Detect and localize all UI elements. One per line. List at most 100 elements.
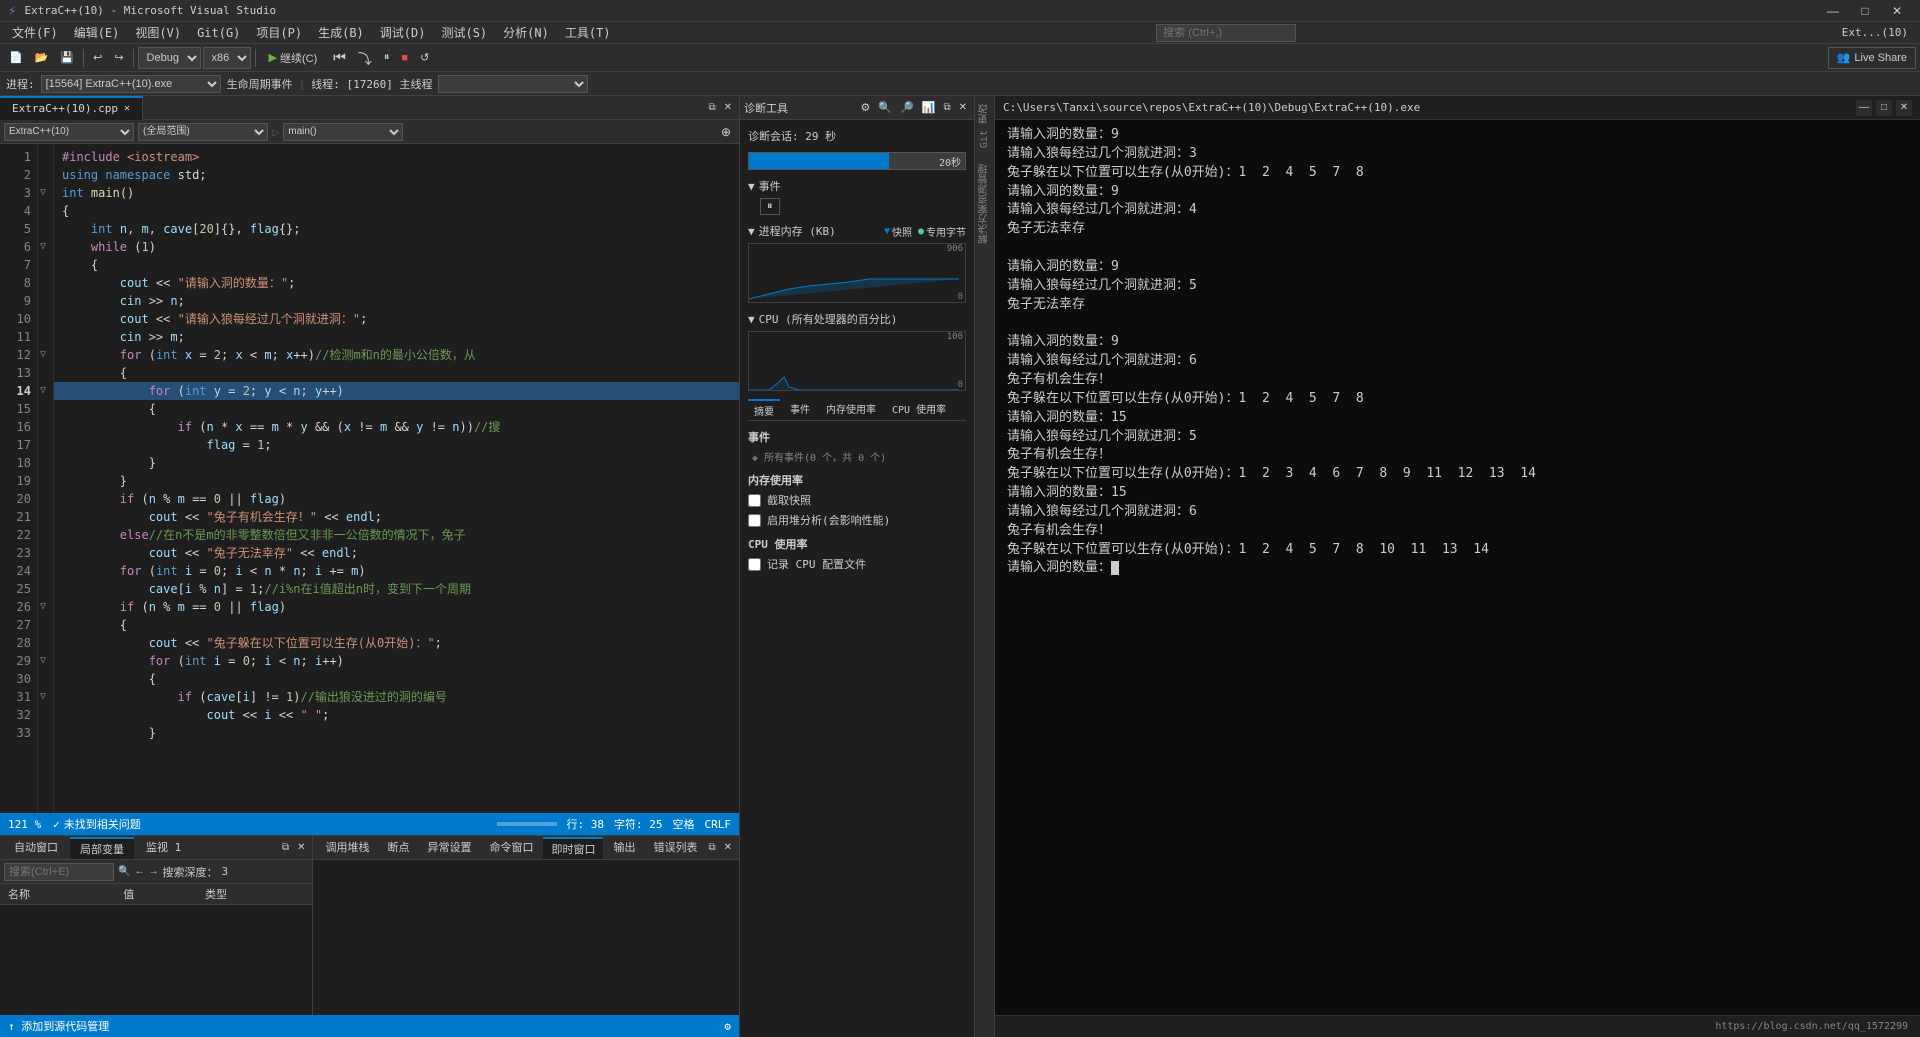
diag-settings-btn[interactable]: ⚙	[857, 100, 873, 115]
diag-float-btn[interactable]: ⧉	[940, 100, 953, 115]
global-scope-select[interactable]: (全局范围)	[138, 123, 268, 141]
console-title-bar: C:\Users\Tanxi\source\repos\ExtraC++(10)…	[995, 96, 1920, 120]
exceptions-tab[interactable]: 异常设置	[419, 837, 479, 859]
immediate-panel-float[interactable]: ⧉	[705, 841, 718, 854]
menu-item-debug[interactable]: 调试(D)	[372, 22, 434, 43]
cpu-record-checkbox[interactable]: 记录 CPU 配置文件	[748, 556, 966, 572]
thread-select[interactable]	[438, 75, 588, 93]
console-minimize-btn[interactable]: —	[1856, 100, 1872, 116]
restart-button[interactable]: ↺	[415, 47, 434, 69]
sidebar-tab-git[interactable]: Git 更改	[975, 96, 994, 156]
undo-button[interactable]: ↩	[88, 47, 107, 69]
immediate-tab[interactable]: 即时窗口	[543, 837, 603, 859]
editor-panel-close[interactable]: ✕	[721, 101, 735, 114]
console-line: 兔子躲在以下位置可以生存(从0开始)：1 2 4 5 7 8	[1007, 164, 1908, 183]
function-select[interactable]: main()	[283, 123, 403, 141]
save-button[interactable]: 💾	[55, 47, 79, 69]
locals-search-btn[interactable]: 🔍	[118, 866, 130, 877]
editor-panel-float[interactable]: ⧉	[705, 101, 718, 114]
code-line: flag = 1;	[54, 436, 739, 454]
new-file-button[interactable]: 📄	[4, 47, 28, 69]
menu-item-test[interactable]: 测试(S)	[433, 22, 495, 43]
locals-nav-back[interactable]: ←	[134, 866, 144, 877]
debug-config-dropdown[interactable]: Debug	[138, 47, 201, 69]
console-line: 请输入狼每经过几个洞就进洞：5	[1007, 277, 1908, 296]
step-out-button[interactable]: ⏮	[328, 47, 351, 69]
diag-progress-bar: 20秒	[748, 152, 966, 170]
diag-tab-events[interactable]: 事件	[784, 399, 816, 420]
console-line: 请输入洞的数量：9	[1007, 126, 1908, 145]
console-line: 兔子躲在以下位置可以生存(从0开始)：1 2 4 5 7 8 10 11 13 …	[1007, 541, 1908, 560]
title-bar: ⚡ ExtraC++(10) - Microsoft Visual Studio…	[0, 0, 1920, 22]
errors-tab[interactable]: 错误列表	[645, 837, 705, 859]
platform-dropdown[interactable]: x86	[203, 47, 251, 69]
close-button[interactable]: ✕	[1882, 2, 1912, 20]
breakpoints-tab[interactable]: 断点	[379, 837, 417, 859]
output-tab[interactable]: 输出	[605, 837, 643, 859]
live-share-button[interactable]: 👥 Live Share	[1828, 47, 1916, 69]
memory-snapshot-checkbox[interactable]: 截取快照	[748, 492, 966, 508]
step-over-button[interactable]: ⤵	[353, 47, 377, 69]
code-content[interactable]: #include <iostream> using namespace std;…	[54, 144, 739, 813]
memory-heap-checkbox[interactable]: 启用堆分析(会影响性能)	[748, 512, 966, 528]
command-tab[interactable]: 命令窗口	[481, 837, 541, 859]
process-select[interactable]: [15564] ExtraC++(10).exe	[41, 75, 221, 93]
code-line: for (int i = 0; i < n; i++)	[54, 652, 739, 670]
diag-title: 诊断工具	[744, 100, 788, 116]
checkmark-icon: ✓	[53, 818, 60, 831]
editor-tab-active[interactable]: ExtraC++(10).cpp ✕	[0, 96, 143, 120]
redo-button[interactable]: ↪	[109, 47, 128, 69]
menu-item-git[interactable]: Git(G)	[189, 24, 248, 42]
continue-icon: ▶	[269, 51, 277, 64]
menu-item-file[interactable]: 文件(F)	[4, 22, 66, 43]
console-line: 兔子有机会生存！	[1007, 371, 1908, 390]
diag-chart-btn[interactable]: 📊	[919, 100, 939, 115]
locals-toolbar: 🔍 ← → 搜索深度： 3	[0, 860, 312, 884]
menu-item-project[interactable]: 项目(P)	[248, 22, 310, 43]
diag-history-btn[interactable]: 🔍	[875, 100, 895, 115]
menu-item-analyze[interactable]: 分析(N)	[495, 22, 557, 43]
locals-nav-fwd[interactable]: →	[148, 866, 158, 877]
diag-tab-memory[interactable]: 内存使用率	[820, 399, 882, 420]
code-line: else//在n不是m的非零整数倍但又非非一公倍数的情况下，兔子	[54, 526, 739, 544]
sidebar-tab-solution[interactable]: 解决方案资源管理	[975, 156, 994, 252]
menu-item-edit[interactable]: 编辑(E)	[66, 22, 128, 43]
console-maximize-btn[interactable]: □	[1876, 100, 1892, 116]
session-time: 诊断会话: 29 秒	[748, 128, 966, 144]
editor-header: ExtraC++(10) (全局范围) ▷ main() ⊕	[0, 120, 739, 144]
code-line: for (int x = 2; x < m; x++)//检测m和n的最小公倍数…	[54, 346, 739, 364]
auto-tab[interactable]: 自动窗口	[4, 837, 68, 859]
watch-tab[interactable]: 监视 1	[136, 837, 191, 859]
menu-item-build[interactable]: 生成(B)	[310, 22, 372, 43]
menu-item-tools[interactable]: 工具(T)	[557, 22, 619, 43]
minimize-button[interactable]: —	[1818, 2, 1848, 20]
code-line: cave[i % n] = 1;//i%n在i值超出n时，变到下一个周期	[54, 580, 739, 598]
diag-close-btn[interactable]: ✕	[956, 100, 970, 115]
editor-expand-button[interactable]: ⊕	[717, 125, 735, 139]
locals-search[interactable]	[4, 863, 114, 881]
editor-tab-close-icon[interactable]: ✕	[124, 103, 130, 114]
search-input[interactable]	[1156, 24, 1296, 42]
console-output[interactable]: 请输入洞的数量：9 请输入狼每经过几个洞就进洞：3 兔子躲在以下位置可以生存(从…	[995, 120, 1920, 1015]
continue-button[interactable]: ▶ 继续(C)	[260, 47, 327, 69]
diag-zoom-btn[interactable]: 🔎	[897, 100, 917, 115]
menu-item-view[interactable]: 视图(V)	[127, 22, 189, 43]
immediate-panel-close[interactable]: ✕	[721, 841, 735, 854]
callstack-tab[interactable]: 调用堆栈	[317, 837, 377, 859]
file-scope-select[interactable]: ExtraC++(10)	[4, 123, 134, 141]
locals-panel-close[interactable]: ✕	[294, 841, 308, 854]
diag-tab-cpu[interactable]: CPU 使用率	[886, 399, 952, 420]
console-line: 请输入洞的数量：9	[1007, 258, 1908, 277]
bottom-status-bar: ↑ 添加到源代码管理 ⚙	[0, 1015, 739, 1037]
maximize-button[interactable]: □	[1850, 2, 1880, 20]
stop-button[interactable]: ■	[396, 47, 413, 69]
diag-pause-btn[interactable]: ⏸	[760, 198, 780, 215]
immediate-content[interactable]	[313, 860, 739, 1015]
diag-tab-summary[interactable]: 摘要	[748, 399, 780, 420]
pause-button[interactable]: ⏸	[379, 47, 395, 69]
console-close-btn[interactable]: ✕	[1896, 100, 1912, 116]
locals-tab[interactable]: 局部变量	[70, 837, 134, 859]
locals-panel-float[interactable]: ⧉	[279, 841, 292, 854]
events-expand-icon: ▼	[748, 180, 755, 193]
open-button[interactable]: 📂	[30, 47, 54, 69]
